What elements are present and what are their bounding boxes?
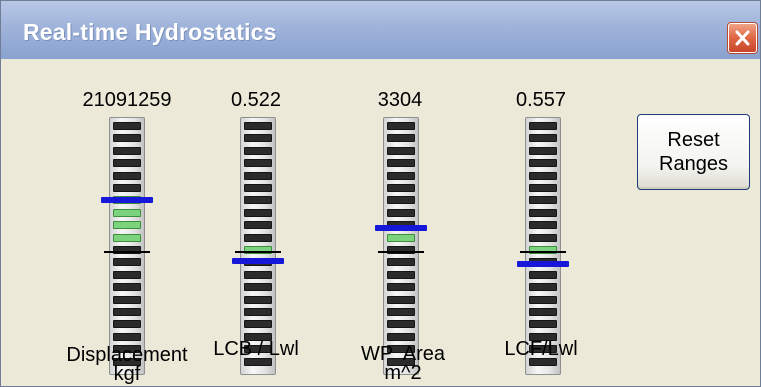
gauge-segment	[244, 233, 272, 242]
gauge-segment	[244, 270, 272, 279]
hydrostatics-window: Real-time Hydrostatics 21091259 Displace…	[0, 0, 761, 387]
gauge-segment	[113, 221, 141, 230]
value-marker	[232, 258, 284, 265]
reset-ranges-button[interactable]: Reset Ranges	[637, 114, 750, 190]
gauge-segment	[529, 308, 557, 316]
reset-button-line1: Reset	[667, 129, 720, 151]
client-area: 21091259 Displacement kgf 0.522 LCB / Lw…	[1, 59, 760, 386]
gauge-segment	[244, 308, 272, 316]
gauge-segment	[244, 122, 272, 130]
gauge-segment	[113, 171, 141, 180]
value-marker	[101, 196, 153, 203]
gauge-segment	[387, 295, 415, 304]
wp-area-gauge	[375, 117, 427, 377]
gauge-segment	[113, 184, 141, 192]
gauge-segment	[387, 258, 415, 267]
gauge-segment	[113, 295, 141, 304]
gauge-segment	[113, 134, 141, 143]
gauge-segment	[529, 233, 557, 242]
gauge-segment	[113, 308, 141, 316]
gauge-segment	[387, 159, 415, 168]
gauge-segment	[244, 196, 272, 205]
gauge-segment	[387, 270, 415, 279]
lcf-label: LCF/Lwl	[504, 338, 578, 360]
gauge-segment	[387, 308, 415, 316]
gauge-segment	[244, 184, 272, 192]
gauge-segment	[244, 283, 272, 292]
gauge-segment	[244, 208, 272, 217]
wp-area-unit: m^2	[384, 362, 422, 384]
gauge-segment	[387, 171, 415, 180]
gauge-segment	[387, 208, 415, 217]
gauge-segment	[529, 171, 557, 180]
close-button[interactable]	[728, 23, 757, 53]
gauge-segment	[387, 332, 415, 341]
value-marker	[375, 224, 427, 231]
gauge-segment	[113, 159, 141, 168]
gauge-segment	[529, 159, 557, 168]
reset-button-line2: Ranges	[659, 153, 728, 175]
displacement-unit: kgf	[113, 363, 141, 385]
gauge-segment	[244, 295, 272, 304]
value-marker	[517, 261, 569, 268]
gauge-segment	[387, 320, 415, 329]
gauge-segment	[387, 122, 415, 130]
gauge-segment	[113, 270, 141, 279]
gauge-segment	[529, 134, 557, 143]
gauge-segment	[529, 221, 557, 230]
lcb-value: 0.522	[230, 89, 282, 111]
displacement-value: 21091259	[82, 89, 172, 111]
close-icon	[735, 30, 750, 46]
gauge-segment	[387, 146, 415, 155]
gauge-segment	[529, 208, 557, 217]
gauge-segment	[244, 221, 272, 230]
gauge-segment	[244, 134, 272, 143]
wp-area-value: 3304	[377, 89, 423, 111]
reference-line	[520, 251, 566, 254]
gauge-segment	[113, 208, 141, 217]
gauge-segment	[113, 332, 141, 341]
gauge-segment	[387, 233, 415, 242]
gauge-segment	[244, 171, 272, 180]
gauge-segment	[529, 295, 557, 304]
reference-line	[378, 251, 424, 254]
gauge-segment	[529, 122, 557, 130]
gauge-segment	[529, 184, 557, 192]
gauge-segment	[529, 196, 557, 205]
gauge-segment	[529, 283, 557, 292]
gauge-segment	[113, 233, 141, 242]
displacement-gauge	[101, 117, 153, 377]
gauge-segment	[113, 283, 141, 292]
gauge-segment	[387, 196, 415, 205]
lcb-label: LCB / Lwl	[213, 338, 299, 360]
gauge-segment	[113, 320, 141, 329]
gauge-segment	[244, 159, 272, 168]
title-bar[interactable]: Real-time Hydrostatics	[1, 1, 760, 59]
window-title: Real-time Hydrostatics	[23, 19, 277, 45]
gauge-segment	[529, 146, 557, 155]
gauge-segment	[529, 270, 557, 279]
gauge-segment	[244, 146, 272, 155]
gauge-segment	[387, 184, 415, 192]
reference-line	[104, 251, 150, 254]
gauge-segment	[113, 122, 141, 130]
gauge-segment	[387, 283, 415, 292]
gauge-segment	[387, 134, 415, 143]
reference-line	[235, 251, 281, 254]
lcf-value: 0.557	[515, 89, 567, 111]
gauge-segment	[113, 258, 141, 267]
gauge-segment	[529, 320, 557, 329]
gauge-segment	[113, 146, 141, 155]
gauge-segment	[244, 320, 272, 329]
